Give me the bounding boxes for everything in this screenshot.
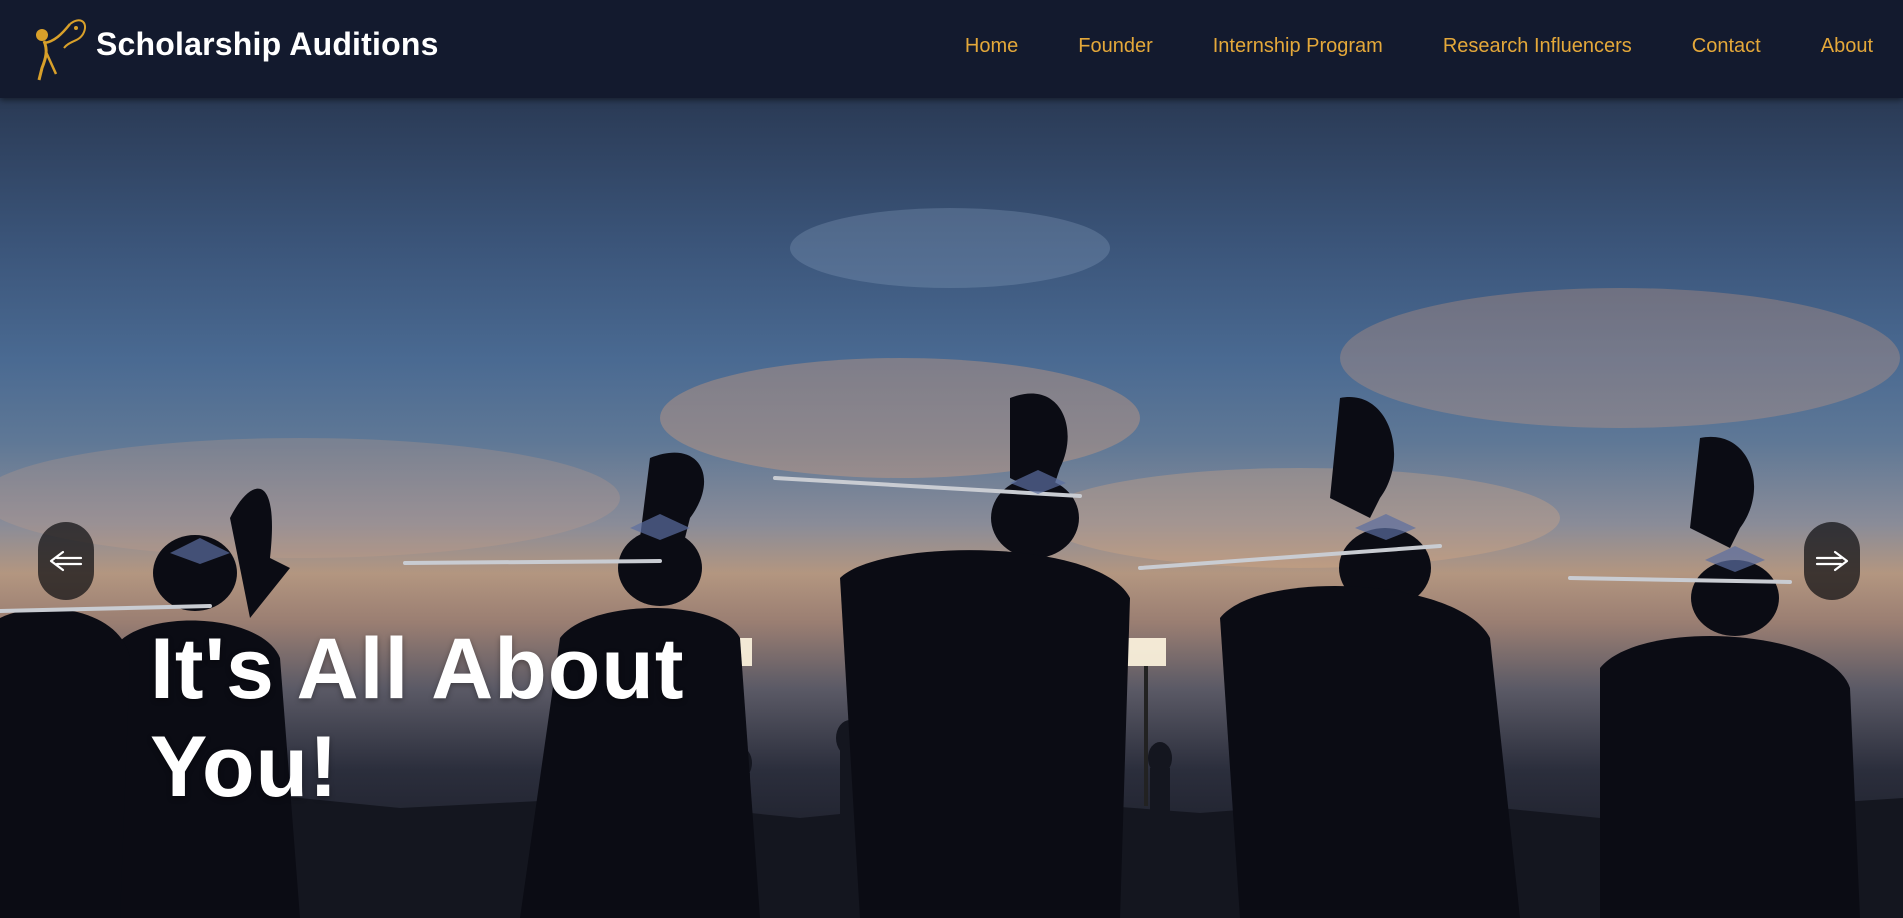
nav-item-about[interactable]: About bbox=[1821, 35, 1873, 58]
nav-item-home[interactable]: Home bbox=[965, 35, 1018, 58]
hero-heading-line-1: It's All About bbox=[150, 621, 685, 717]
main-navigation: Home Founder Internship Program Research… bbox=[905, 35, 1873, 58]
nav-item-contact[interactable]: Contact bbox=[1692, 35, 1761, 58]
site-title[interactable]: Scholarship Auditions bbox=[96, 26, 439, 63]
slider-next-button[interactable] bbox=[1804, 522, 1860, 600]
nav-item-founder[interactable]: Founder bbox=[1078, 35, 1153, 58]
site-header: Scholarship Auditions Home Founder Inter… bbox=[0, 0, 1903, 98]
arrow-left-icon bbox=[49, 550, 83, 572]
slider-prev-button[interactable] bbox=[38, 522, 94, 600]
hero-slider: It's All About You! bbox=[0, 98, 1903, 918]
arrow-right-icon bbox=[1815, 550, 1849, 572]
nav-item-internship-program[interactable]: Internship Program bbox=[1213, 35, 1383, 58]
nav-item-research-influencers[interactable]: Research Influencers bbox=[1443, 35, 1632, 58]
musician-logo-icon[interactable] bbox=[30, 12, 92, 82]
hero-heading-line-2: You! bbox=[150, 719, 339, 815]
hero-heading: It's All About You! bbox=[150, 620, 790, 816]
